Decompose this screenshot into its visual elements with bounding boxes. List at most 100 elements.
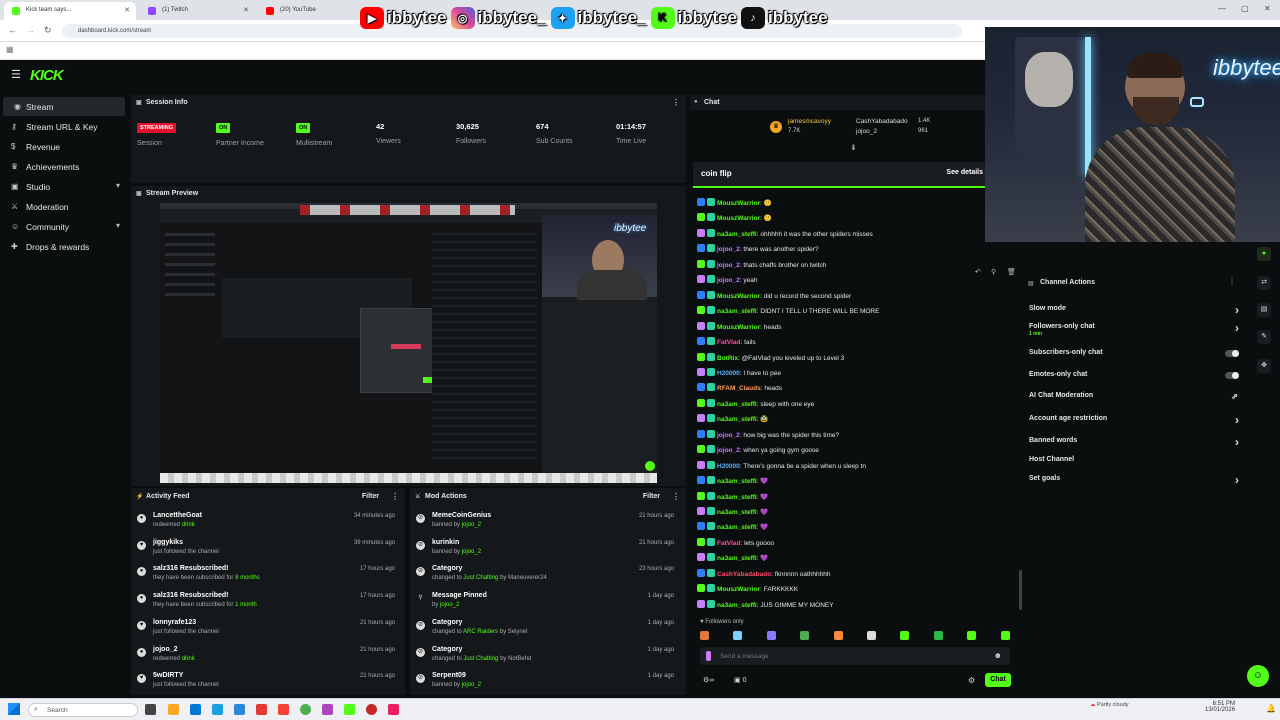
layout-sideicon[interactable]: ▤	[1257, 303, 1271, 317]
chat-message[interactable]: na3am_steffi: 💜	[697, 476, 768, 490]
chevron-right-icon[interactable]: ›	[1235, 413, 1239, 427]
channel-action-account-age-restriction[interactable]: Account age restriction ›	[1029, 413, 1239, 431]
apps-grid-icon[interactable]: ▦	[6, 45, 14, 54]
mod-action-name[interactable]: Serpent09	[432, 672, 466, 679]
chat-message[interactable]: na3am_steffi: 💜	[697, 507, 768, 521]
points-counter[interactable]: ▣ 0	[734, 676, 746, 684]
more-options-icon[interactable]: ⋮	[391, 492, 399, 501]
mod-action-name[interactable]: Category	[432, 619, 462, 626]
chat-message[interactable]: jojoo_2: how big was the spider this tim…	[697, 429, 839, 444]
close-tab-icon[interactable]: ✕	[124, 6, 130, 14]
more-options-icon[interactable]: ⋮	[672, 492, 680, 501]
chat-help-bubble-icon[interactable]: ☺	[1247, 665, 1269, 687]
chat-message[interactable]: na3am_steffi: 💜	[697, 553, 768, 567]
chat-settings-icon[interactable]: ⚙	[968, 676, 975, 685]
activity-name[interactable]: lonnyrafe123	[153, 619, 196, 626]
emote-icon[interactable]	[700, 631, 709, 640]
activity-row[interactable]: ♥ lonnyrafe123 just followed the channel 2…	[131, 617, 401, 644]
obs-icon[interactable]	[322, 704, 333, 715]
chat-scrollbar[interactable]	[1019, 570, 1022, 610]
sidebar-item-drops[interactable]: ✚ Drops & rewards	[0, 237, 128, 256]
clock[interactable]: 6:51 PM 13/01/2026	[1205, 701, 1235, 713]
kick-taskbar-icon[interactable]	[344, 704, 355, 715]
pin-icon[interactable]: ⇟	[850, 143, 857, 152]
activity-name[interactable]: salz316 Resubscribed!	[153, 592, 228, 599]
activity-row[interactable]: ♥ jiggykiks just followed the channel 39 m…	[131, 537, 401, 564]
chat-username[interactable]: CashYabadabado	[717, 571, 771, 578]
external-link-icon[interactable]: ⇗	[1231, 392, 1238, 401]
sidebar-item-studio[interactable]: ▣ Studio ▾	[0, 177, 128, 196]
chat-username[interactable]: H20000	[717, 370, 740, 377]
forward-icon[interactable]: →	[26, 25, 35, 35]
chat-message[interactable]: na3am_steffi: 🥸	[697, 414, 768, 428]
activity-name[interactable]: jojoo_2	[153, 646, 178, 653]
mod-action-row[interactable]: ⊘ Category changed to ARC Raiders by Selyn…	[410, 617, 680, 644]
chat-username[interactable]: na3am_steffi	[717, 416, 757, 423]
emote-icon[interactable]	[800, 631, 810, 640]
channel-action-subscribers-only-chat[interactable]: Subscribers-only chat	[1029, 349, 1239, 365]
close-window-icon[interactable]: ✕	[1264, 4, 1271, 13]
sidebar-item-achievements[interactable]: ♛ Achievements	[0, 157, 128, 176]
sidebar-item-stream-url[interactable]: ⚷ Stream URL & Key	[0, 117, 128, 136]
channel-action-host-channel[interactable]: Host Channel	[1029, 456, 1239, 472]
activity-row[interactable]: ● LancettheGoat redeemed drink 34 minutes a…	[131, 510, 401, 537]
emote-icon[interactable]	[733, 631, 743, 640]
chat-message[interactable]: MouszWarrior: FARKKKKK	[697, 584, 798, 598]
chat-username[interactable]: H20000	[717, 463, 740, 470]
channel-action-followers-only-chat[interactable]: Followers-only chat 1 min ›	[1029, 321, 1239, 339]
chat-username[interactable]: jojoo_2	[717, 432, 740, 439]
chat-message[interactable]: CashYabadabado: fknnnnn oathhhhhh	[697, 568, 830, 583]
brave-icon[interactable]	[278, 704, 289, 715]
channel-action-ai-chat-moderation[interactable]: AI Chat Moderation ⇗	[1029, 392, 1239, 408]
chat-message[interactable]: RFAM_Clauds: heads	[697, 383, 782, 397]
close-tab-icon[interactable]: ✕	[243, 6, 249, 14]
chat-username[interactable]: jojoo_2	[717, 277, 740, 284]
chat-username[interactable]: na3am_steffi	[717, 555, 757, 562]
chat-message[interactable]: FatVlad: lets goooo	[697, 537, 774, 552]
mod-action-row[interactable]: ⊘ Serpent09 banned by jojoo_2 1 day ago	[410, 670, 680, 697]
coin-flip-banner[interactable]: coin flip See details	[693, 162, 985, 188]
chat-sideicon[interactable]: ●	[1257, 247, 1271, 261]
emote-icon[interactable]	[900, 631, 910, 640]
chat-username[interactable]: na3am_steffi	[717, 494, 757, 501]
settings-links-icon[interactable]: ⚙∞	[703, 676, 714, 684]
emote-icon[interactable]	[933, 631, 943, 640]
chat-message[interactable]: na3am_steffi: JUS GIMME MY MONEY	[697, 599, 834, 614]
store-icon[interactable]	[190, 704, 201, 715]
chat-message[interactable]: H20000: There's gonna be a spider when u…	[697, 460, 866, 475]
kick-logo[interactable]: KICK	[30, 67, 64, 84]
weather-widget[interactable]: ☁ Partly cloudy	[1090, 702, 1129, 708]
activity-name[interactable]: 5wDIRTY	[153, 672, 183, 679]
chat-username[interactable]: FatVlad	[717, 540, 740, 547]
tools-sideicon[interactable]: ✎	[1257, 330, 1271, 344]
chat-username[interactable]: jojoo_2	[717, 447, 740, 454]
mod-action-row[interactable]: ⊘ kurinkin banned by jojoo_2 21 hours ago	[410, 537, 680, 564]
mod-action-name[interactable]: Message Pinned	[432, 592, 487, 599]
chat-message[interactable]: MouszWarrior: heads	[697, 321, 781, 336]
chat-username[interactable]: na3am_steffi	[717, 231, 757, 238]
gifter-name[interactable]: CashYabadabado	[856, 118, 908, 125]
emote-icon[interactable]	[833, 631, 843, 640]
mail-icon[interactable]	[234, 704, 245, 715]
filter-button[interactable]: Filter	[362, 493, 379, 500]
channel-action-set-goals[interactable]: Set goals ›	[1029, 473, 1239, 491]
sidebar-item-revenue[interactable]: $ Revenue	[0, 137, 128, 156]
chrome-alt-icon[interactable]	[366, 704, 377, 715]
emote-icon[interactable]	[867, 631, 876, 640]
chat-message[interactable]: jojoo_2: there was another spider?	[697, 244, 819, 258]
chat-message[interactable]: na3am_steffi: ohhhhh it was the other sp…	[697, 228, 873, 243]
chat-message[interactable]: na3am_steffi: 💜	[697, 522, 768, 536]
chat-username[interactable]: na3am_steffi	[717, 401, 757, 408]
capcut-icon[interactable]	[388, 704, 399, 715]
chrome-icon[interactable]	[300, 704, 311, 715]
chat-message[interactable]: jojoo_2: when ya going gym goose	[697, 445, 819, 459]
reply-icon[interactable]: ↶	[975, 268, 981, 276]
chat-message[interactable]: MouszWarrior: 🙂	[697, 198, 772, 212]
chat-username[interactable]: MouszWarrior	[717, 200, 760, 207]
chevron-right-icon[interactable]: ›	[1235, 303, 1239, 317]
chevron-right-icon[interactable]: ›	[1235, 435, 1239, 449]
edge-icon[interactable]	[212, 704, 223, 715]
activity-row[interactable]: ♥ 5wDIRTY just followed the channel 21 hou…	[131, 670, 401, 697]
mod-action-name[interactable]: MemeCoinGenius	[432, 512, 491, 519]
emoji-icon[interactable]: ☻	[994, 651, 1002, 660]
